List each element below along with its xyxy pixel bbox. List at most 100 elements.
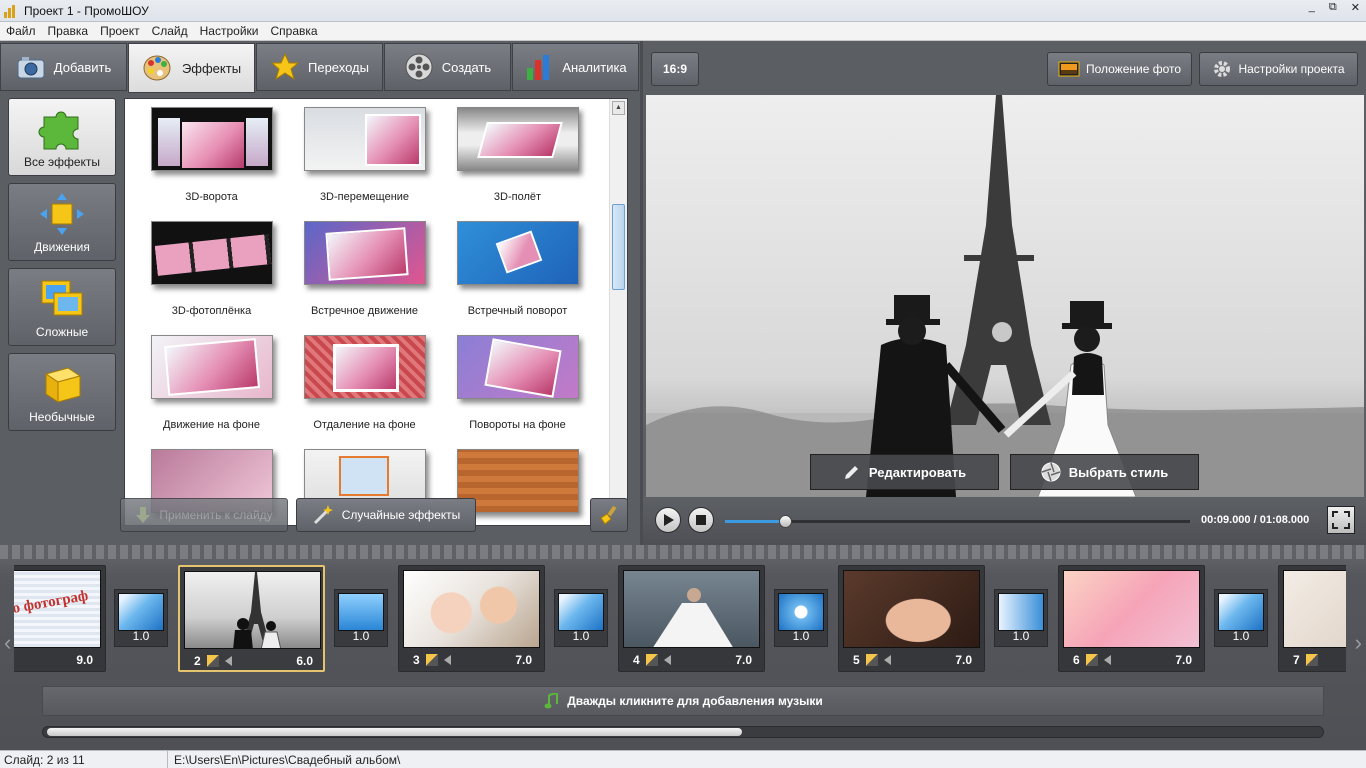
sound-icon[interactable] bbox=[663, 655, 671, 665]
play-button[interactable] bbox=[655, 507, 681, 533]
effect-caption: Встречное движение bbox=[310, 305, 419, 317]
puzzle-icon bbox=[38, 111, 79, 150]
close-button[interactable]: ✕ bbox=[1351, 1, 1360, 14]
slide-duration: 9.0 bbox=[76, 653, 93, 667]
menu-help[interactable]: Справка bbox=[270, 24, 317, 38]
category-all-effects[interactable]: Все эффекты bbox=[8, 98, 116, 176]
fullscreen-button[interactable] bbox=[1327, 506, 1355, 534]
edit-pencil-icon[interactable] bbox=[425, 654, 438, 666]
star-icon bbox=[270, 52, 300, 81]
slide-card[interactable]: то фотограф 9.0 bbox=[14, 565, 106, 672]
effect-item[interactable]: 3D-полёт bbox=[441, 107, 594, 221]
menu-settings[interactable]: Настройки bbox=[200, 24, 259, 38]
slide-thumbnail bbox=[403, 570, 540, 648]
random-label: Случайные эффекты bbox=[341, 508, 461, 522]
transition-card[interactable]: 1.0 bbox=[334, 589, 388, 647]
maximize-button[interactable]: ⧉ bbox=[1329, 1, 1337, 14]
play-icon bbox=[664, 514, 674, 526]
storyboard-scroll-thumb[interactable] bbox=[47, 728, 742, 736]
menu-file[interactable]: Файл bbox=[6, 24, 36, 38]
scroll-right-icon[interactable]: › bbox=[1355, 630, 1362, 656]
edit-pencil-icon[interactable] bbox=[206, 655, 219, 667]
transition-card[interactable]: 1.0 bbox=[114, 589, 168, 647]
slide-thumbnail bbox=[1063, 570, 1200, 648]
choose-style-button[interactable]: Выбрать стиль bbox=[1010, 454, 1199, 490]
magic-wand-icon bbox=[313, 505, 333, 525]
edit-pencil-icon[interactable] bbox=[1085, 654, 1098, 666]
slide-card[interactable]: 3 7.0 bbox=[398, 565, 545, 672]
edit-pencil-icon[interactable] bbox=[1305, 654, 1318, 666]
effects-scrollbar[interactable]: ▲ ▼ bbox=[609, 99, 627, 525]
effect-caption: 3D-полёт bbox=[493, 191, 542, 203]
clear-effects-button[interactable] bbox=[590, 498, 628, 532]
category-unusual-label: Необычные bbox=[29, 410, 95, 424]
random-effects-button[interactable]: Случайные эффекты bbox=[296, 498, 476, 532]
apply-to-slide-button[interactable]: Применить к слайду bbox=[120, 498, 288, 532]
effect-item[interactable]: 3D-ворота bbox=[135, 107, 288, 221]
edit-pencil-icon[interactable] bbox=[645, 654, 658, 666]
sound-icon[interactable] bbox=[883, 655, 891, 665]
photo-position-button[interactable]: Положение фото bbox=[1047, 52, 1192, 86]
cube-icon bbox=[44, 367, 82, 403]
scroll-thumb[interactable] bbox=[612, 204, 625, 290]
category-complex[interactable]: Сложные bbox=[8, 268, 116, 346]
sound-icon[interactable] bbox=[1103, 655, 1111, 665]
music-track[interactable]: Дважды кликните для добавления музыки bbox=[42, 686, 1324, 716]
menu-slide[interactable]: Слайд bbox=[152, 24, 188, 38]
main-tabs: Добавить Эффекты Переходы Создать Аналит… bbox=[0, 43, 640, 93]
tab-create[interactable]: Создать bbox=[384, 43, 511, 91]
seek-bar[interactable] bbox=[725, 515, 1190, 528]
effect-item[interactable]: Встречное движение bbox=[288, 221, 441, 335]
menu-edit[interactable]: Правка bbox=[48, 24, 89, 38]
sound-icon[interactable] bbox=[443, 655, 451, 665]
effect-item[interactable]: Повороты на фоне bbox=[441, 335, 594, 449]
slide-card[interactable]: 7 bbox=[1278, 565, 1346, 672]
choose-style-label: Выбрать стиль bbox=[1068, 464, 1169, 480]
transition-duration: 1.0 bbox=[1012, 629, 1030, 643]
tab-analytics[interactable]: Аналитика bbox=[512, 43, 639, 91]
film-reel-icon bbox=[405, 53, 433, 81]
scroll-up-icon[interactable]: ▲ bbox=[612, 101, 625, 115]
slide-card[interactable]: 4 7.0 bbox=[618, 565, 765, 672]
transition-card[interactable]: 1.0 bbox=[1214, 589, 1268, 647]
category-unusual[interactable]: Необычные bbox=[8, 353, 116, 431]
menu-project[interactable]: Проект bbox=[100, 24, 140, 38]
sound-icon[interactable] bbox=[224, 656, 232, 666]
edit-slide-button[interactable]: Редактировать bbox=[810, 454, 999, 490]
tab-effects[interactable]: Эффекты bbox=[128, 43, 255, 93]
tab-add[interactable]: Добавить bbox=[0, 43, 127, 91]
slide-caption-text: то фотограф bbox=[14, 587, 90, 619]
effect-item[interactable]: 3D-фотоплёнка bbox=[135, 221, 288, 335]
layers-icon bbox=[41, 280, 83, 316]
player-controls: 00:09.000 / 01:08.000 bbox=[643, 498, 1366, 545]
photo-icon bbox=[1058, 61, 1080, 77]
transition-thumbnail bbox=[558, 593, 604, 631]
seek-progress bbox=[725, 520, 786, 523]
seek-handle[interactable] bbox=[779, 515, 793, 528]
transition-card[interactable]: 1.0 bbox=[994, 589, 1048, 647]
slide-card[interactable]: 5 7.0 bbox=[838, 565, 985, 672]
edit-pencil-icon[interactable] bbox=[865, 654, 878, 666]
effect-item[interactable]: 3D-перемещение bbox=[288, 107, 441, 221]
transition-card[interactable]: 1.0 bbox=[554, 589, 608, 647]
minimize-button[interactable]: _ bbox=[1309, 1, 1315, 14]
slide-card-selected[interactable]: 2 6.0 bbox=[178, 565, 325, 672]
category-all-label: Все эффекты bbox=[23, 155, 101, 169]
aspect-ratio-button[interactable]: 16:9 bbox=[651, 52, 699, 86]
scroll-left-icon[interactable]: ‹ bbox=[4, 630, 11, 656]
project-settings-button[interactable]: Настройки проекта bbox=[1199, 52, 1358, 86]
slide-card[interactable]: 6 7.0 bbox=[1058, 565, 1205, 672]
effect-item[interactable]: Движение на фоне bbox=[135, 335, 288, 449]
transition-thumbnail bbox=[1218, 593, 1264, 631]
transition-card[interactable]: 1.0 bbox=[774, 589, 828, 647]
effects-panel: Добавить Эффекты Переходы Создать Аналит… bbox=[0, 41, 640, 545]
photo-position-label: Положение фото bbox=[1085, 62, 1182, 76]
bar-chart-icon bbox=[527, 55, 550, 80]
stop-button[interactable] bbox=[688, 507, 714, 533]
effect-item[interactable]: Отдаление на фоне bbox=[288, 335, 441, 449]
effect-item[interactable]: Встречный поворот bbox=[441, 221, 594, 335]
tab-transitions[interactable]: Переходы bbox=[256, 43, 383, 91]
storyboard-scrollbar[interactable] bbox=[42, 726, 1324, 738]
timecode: 00:09.000 / 01:08.000 bbox=[1201, 514, 1310, 526]
category-motion[interactable]: Движения bbox=[8, 183, 116, 261]
